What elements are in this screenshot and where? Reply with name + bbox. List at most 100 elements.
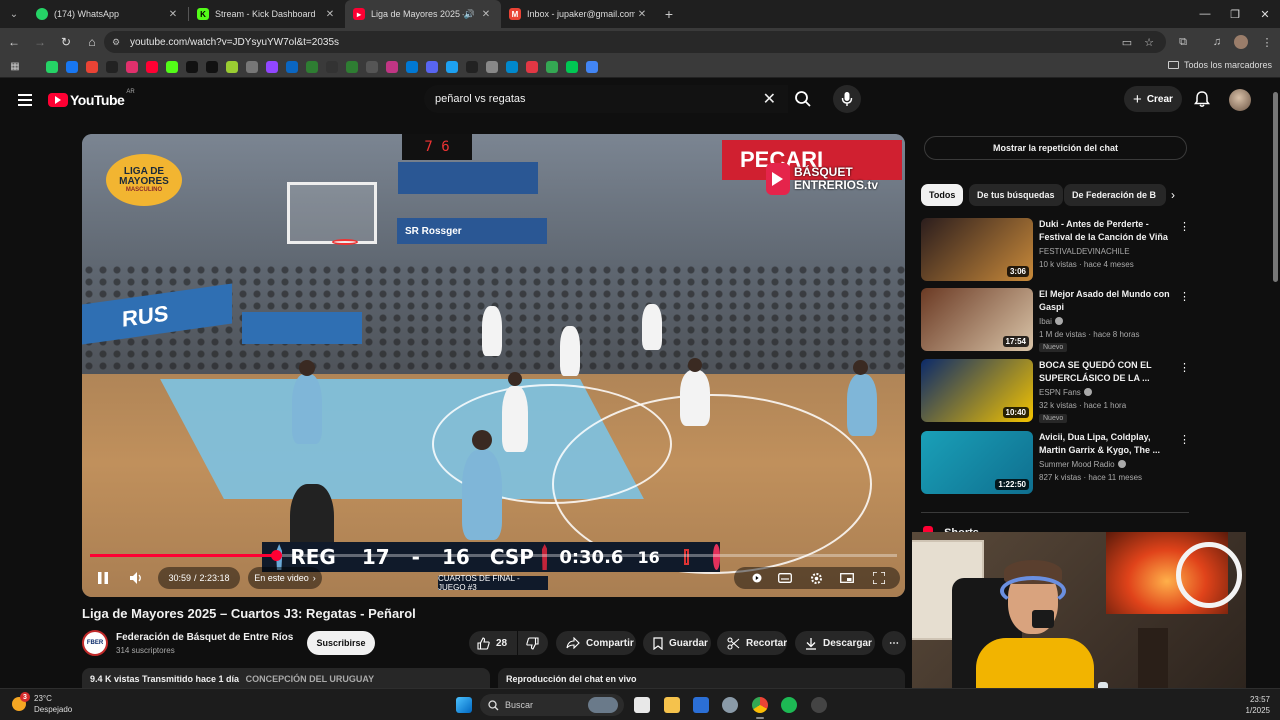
more-actions-button[interactable]: ⋯ <box>882 631 906 655</box>
chip-from-searches[interactable]: De tus búsquedas <box>969 184 1063 206</box>
store-icon[interactable] <box>693 697 709 713</box>
site-info-icon[interactable]: ⚙ <box>112 37 124 48</box>
bookmark-favicon-icon[interactable] <box>206 60 218 73</box>
bookmark-favicon-icon[interactable] <box>586 60 598 73</box>
back-icon[interactable]: ← <box>2 30 26 54</box>
taskbar-search[interactable]: Buscar <box>480 694 624 716</box>
clip-button[interactable]: Recortar <box>717 631 787 655</box>
tab-gmail[interactable]: M Inbox - jupaker@gmail.com - G ✕ <box>501 0 657 28</box>
recommendation-title[interactable]: Duki - Antes de Perderte - Festival de l… <box>1039 218 1177 244</box>
app-icon[interactable] <box>811 697 827 713</box>
pause-icon[interactable] <box>92 566 114 590</box>
notifications-button[interactable] <box>1192 89 1212 109</box>
video-thumbnail[interactable]: 3:06 <box>921 218 1033 281</box>
bookmark-favicon-icon[interactable] <box>566 60 578 73</box>
tab-youtube-active[interactable]: ▸ Liga de Mayores 2025 – Cu 🔊 ✕ <box>345 0 501 28</box>
recommendation-title[interactable]: BOCA SE QUEDÓ CON EL SUPERCLÁSICO DE LA … <box>1039 359 1177 385</box>
bookmark-favicon-icon[interactable] <box>86 60 98 73</box>
menu-icon[interactable] <box>18 94 32 109</box>
minimize-icon[interactable]: — <box>1188 0 1222 28</box>
progress-scrubber[interactable] <box>270 550 282 561</box>
more-vertical-icon[interactable]: ⋮ <box>1179 361 1190 374</box>
recommendation-item[interactable]: 17:54 El Mejor Asado del Mundo con Gaspi I… <box>921 288 1190 352</box>
bookmark-favicon-icon[interactable] <box>146 60 158 73</box>
video-player[interactable]: RUS SR Rossger PECARI 7 6 LIGA DE MAYORE… <box>82 134 905 597</box>
save-button[interactable]: Guardar <box>643 631 711 655</box>
media-control-icon[interactable]: ♫ <box>1206 31 1228 53</box>
subtitles-icon[interactable] <box>774 566 796 590</box>
share-button[interactable]: Compartir <box>556 631 636 655</box>
chip-from-channel[interactable]: De Federación de B <box>1064 184 1166 206</box>
dislike-button[interactable] <box>518 631 548 655</box>
video-thumbnail[interactable]: 1:22:50 <box>921 431 1033 494</box>
chevron-right-icon[interactable]: › <box>1166 188 1180 202</box>
bookmark-favicon-icon[interactable] <box>546 60 558 73</box>
address-bar[interactable]: ⚙ youtube.com/watch?v=JDYsyuYW7ol&t=2035… <box>104 31 1166 53</box>
extensions-icon[interactable]: ⧉ <box>1172 31 1194 53</box>
file-explorer-icon[interactable] <box>664 697 680 713</box>
bookmark-star-icon[interactable]: ☆ <box>1138 31 1160 53</box>
apps-grid-icon[interactable]: ▦ <box>8 60 22 74</box>
home-icon[interactable]: ⌂ <box>80 30 104 54</box>
chrome-icon[interactable] <box>752 697 768 713</box>
video-thumbnail[interactable]: 10:40 <box>921 359 1033 422</box>
recommendation-item[interactable]: 1:22:50 Avicii, Dua Lipa, Coldplay, Marti… <box>921 431 1190 495</box>
bookmark-favicon-icon[interactable] <box>506 60 518 73</box>
system-clock[interactable]: 23:57 1/2025 <box>1246 694 1270 716</box>
bookmark-favicon-icon[interactable] <box>186 60 198 73</box>
all-bookmarks-button[interactable]: Todos los marcadores <box>1167 60 1272 70</box>
search-input[interactable]: peñarol vs regatas ✕ <box>424 85 788 113</box>
bookmark-favicon-icon[interactable] <box>46 60 58 73</box>
voice-search-button[interactable] <box>833 85 861 113</box>
recommendation-channel[interactable]: ESPN Fans <box>1039 388 1092 397</box>
video-progress-bar[interactable] <box>90 550 897 561</box>
new-tab-button[interactable]: + <box>657 6 681 22</box>
more-vertical-icon[interactable]: ⋮ <box>1179 433 1190 446</box>
bookmark-favicon-icon[interactable] <box>66 60 78 73</box>
reload-icon[interactable]: ↻ <box>54 30 78 54</box>
close-tab-icon[interactable]: ✕ <box>166 9 180 20</box>
more-vertical-icon[interactable]: ⋮ <box>1179 290 1190 303</box>
recommendation-channel[interactable]: Ibai <box>1039 317 1063 326</box>
task-view-icon[interactable] <box>634 697 650 713</box>
video-thumbnail[interactable]: 17:54 <box>921 288 1033 351</box>
download-button[interactable]: Descargar <box>795 631 875 655</box>
tab-kick-dashboard[interactable]: K Stream - Kick Dashboard ✕ <box>189 0 345 28</box>
bookmark-favicon-icon[interactable] <box>126 60 138 73</box>
bookmark-favicon-icon[interactable] <box>426 60 438 73</box>
page-scrollbar[interactable] <box>1271 80 1280 688</box>
close-tab-icon[interactable]: ✕ <box>635 9 649 20</box>
chip-all[interactable]: Todos <box>921 184 964 206</box>
bookmark-favicon-icon[interactable] <box>526 60 538 73</box>
recommendation-title[interactable]: Avicii, Dua Lipa, Coldplay, Martin Garri… <box>1039 431 1177 457</box>
fullscreen-icon[interactable] <box>868 566 890 590</box>
bookmark-favicon-icon[interactable] <box>326 60 338 73</box>
bookmark-favicon-icon[interactable] <box>266 60 278 73</box>
profile-icon[interactable] <box>1230 31 1252 53</box>
autoplay-toggle-icon[interactable] <box>744 566 766 590</box>
bookmark-favicon-icon[interactable] <box>446 60 458 73</box>
recommendation-item[interactable]: 3:06 Duki - Antes de Perderte - Festival … <box>921 218 1190 282</box>
bookmark-favicon-icon[interactable] <box>386 60 398 73</box>
scrollbar-thumb[interactable] <box>1273 92 1278 282</box>
bookmark-favicon-icon[interactable] <box>406 60 418 73</box>
bookmark-favicon-icon[interactable] <box>226 60 238 73</box>
search-button[interactable] <box>786 85 820 113</box>
windows-start-icon[interactable] <box>456 697 472 713</box>
bookmark-favicon-icon[interactable] <box>166 60 178 73</box>
youtube-logo[interactable]: YouTube AR <box>48 89 135 108</box>
restore-icon[interactable]: ❐ <box>1218 0 1252 28</box>
browser-menu-icon[interactable]: ⋮ <box>1256 31 1278 53</box>
cast-icon[interactable]: ▭ <box>1116 31 1138 53</box>
weather-widget[interactable]: 3 23°C Despejado <box>12 692 72 715</box>
recommendation-channel[interactable]: FESTIVALDEVINACHILE <box>1039 247 1130 256</box>
bookmark-favicon-icon[interactable] <box>486 60 498 73</box>
more-vertical-icon[interactable]: ⋮ <box>1179 220 1190 233</box>
bookmark-favicon-icon[interactable] <box>306 60 318 73</box>
settings-icon[interactable] <box>722 697 738 713</box>
tab-whatsapp[interactable]: (174) WhatsApp ✕ <box>28 0 188 28</box>
bookmark-favicon-icon[interactable] <box>346 60 358 73</box>
subscribe-button[interactable]: Suscribirse <box>307 631 375 655</box>
close-tab-icon[interactable]: ✕ <box>479 9 493 20</box>
spotify-icon[interactable] <box>781 697 797 713</box>
